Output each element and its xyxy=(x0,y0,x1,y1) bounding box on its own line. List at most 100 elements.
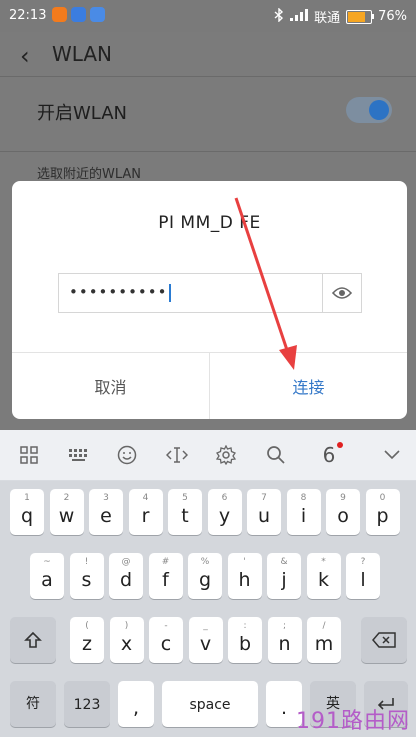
key-o-label: o xyxy=(337,505,349,527)
hide-keyboard-chevron-icon[interactable] xyxy=(377,440,407,470)
key-x[interactable]: ) x xyxy=(109,617,144,663)
key-p-secondary: 0 xyxy=(379,493,386,503)
key-a-label: a xyxy=(41,569,53,591)
shift-key[interactable] xyxy=(10,617,56,663)
key-m[interactable]: / m xyxy=(307,617,341,663)
key-m-label: m xyxy=(314,633,334,655)
key-i-label: i xyxy=(300,505,307,527)
key-f[interactable]: # f xyxy=(148,553,183,599)
key-h-secondary: ' xyxy=(243,557,246,567)
key-f-secondary: # xyxy=(161,557,170,567)
key-l-label: l xyxy=(360,569,366,591)
key-k[interactable]: * k xyxy=(306,553,341,599)
keyboard-layout-icon[interactable] xyxy=(64,440,94,470)
key-r[interactable]: 4r xyxy=(128,489,163,535)
key-i-secondary: 8 xyxy=(300,493,307,503)
notification-app-icon xyxy=(52,7,67,22)
key-s[interactable]: ! s xyxy=(69,553,104,599)
key-p[interactable]: 0p xyxy=(365,489,400,535)
wifi-password-dialog: PI MM_D FE •••••••••• 取消 连接 xyxy=(12,181,407,419)
key-g[interactable]: % g xyxy=(188,553,222,599)
key-q-label: q xyxy=(20,505,34,527)
key-i[interactable]: 8i xyxy=(286,489,321,535)
keyboard-toolbar: 6 xyxy=(0,430,416,481)
key-w[interactable]: 2w xyxy=(49,489,84,535)
text-caret xyxy=(169,283,172,302)
key-o-secondary: 9 xyxy=(340,493,346,503)
key-r-label: r xyxy=(141,505,150,527)
key-b[interactable]: :b xyxy=(228,617,262,663)
key-d[interactable]: @ d xyxy=(109,553,143,599)
key-z-secondary: ( xyxy=(85,621,89,631)
key-u[interactable]: 7u xyxy=(247,489,281,535)
comma-key[interactable]: , xyxy=(118,681,154,727)
cursor-move-icon[interactable] xyxy=(162,440,192,470)
emoji-icon[interactable] xyxy=(112,440,142,470)
key-b-secondary: : xyxy=(243,621,247,631)
key-w-label: w xyxy=(58,505,75,527)
key-x-secondary: ) xyxy=(124,621,129,631)
clock: 22:13 xyxy=(9,8,47,23)
key-q[interactable]: 1q xyxy=(10,489,44,535)
key-n[interactable]: ; n xyxy=(267,617,302,663)
password-value[interactable]: •••••••••• xyxy=(69,283,172,302)
key-a-secondary: ~ xyxy=(43,557,51,567)
key-y[interactable]: 6y xyxy=(207,489,242,535)
battery-icon xyxy=(346,9,375,24)
battery-percent: 76% xyxy=(378,9,407,24)
search-icon[interactable] xyxy=(261,440,291,470)
key-h[interactable]: ' h xyxy=(227,553,262,599)
symbols-key[interactable]: 符 xyxy=(10,681,56,727)
wlan-toggle-switch[interactable] xyxy=(346,97,392,123)
key-j-secondary: & xyxy=(280,557,288,567)
wlan-toggle-row[interactable]: 开启WLAN xyxy=(0,76,416,152)
key-l-secondary: ? xyxy=(360,557,366,567)
key-y-secondary: 6 xyxy=(221,493,228,503)
space-key[interactable]: space xyxy=(162,681,258,727)
watermark: 191路由网 xyxy=(296,709,410,734)
back-arrow-icon[interactable]: ‹ xyxy=(20,42,30,70)
key-j[interactable]: & j xyxy=(267,553,301,599)
network-name: PI MM_D FE xyxy=(158,213,261,233)
signal-icon xyxy=(290,8,309,25)
connect-button[interactable]: 连接 xyxy=(210,353,407,419)
key-c[interactable]: -c xyxy=(149,617,183,663)
key-l[interactable]: ? l xyxy=(346,553,380,599)
key-v-label: v xyxy=(199,633,212,655)
cancel-button[interactable]: 取消 xyxy=(12,353,210,419)
key-t-secondary: 5 xyxy=(182,493,188,503)
numbers-key[interactable]: 123 xyxy=(64,681,110,727)
key-m-secondary: / xyxy=(322,621,326,631)
key-b-label: b xyxy=(238,633,252,655)
section-header: 选取附近的WLAN xyxy=(37,167,142,182)
key-e-secondary: 3 xyxy=(103,493,109,503)
settings-gear-icon[interactable] xyxy=(211,440,241,470)
key-j-label: j xyxy=(281,569,287,591)
notification-app-icon xyxy=(90,7,105,22)
page-title: WLAN xyxy=(52,42,113,66)
status-bar: 22:13 联通 76% xyxy=(0,0,416,32)
wlan-toggle-label: 开启WLAN xyxy=(37,103,128,124)
key-r-secondary: 4 xyxy=(142,493,149,503)
key-s-label: s xyxy=(81,569,92,591)
key-x-label: x xyxy=(120,633,133,655)
backspace-key[interactable] xyxy=(361,617,407,663)
candidate-number[interactable]: 6 xyxy=(314,440,344,470)
password-field[interactable]: •••••••••• xyxy=(58,273,362,313)
key-v[interactable]: _ v xyxy=(188,617,223,663)
show-password-eye-icon[interactable] xyxy=(322,274,361,312)
key-d-secondary: @ xyxy=(121,557,131,567)
key-e-label: e xyxy=(100,505,112,527)
key-n-label: n xyxy=(278,633,291,655)
key-c-label: c xyxy=(160,633,172,655)
key-t[interactable]: 5t xyxy=(168,489,202,535)
key-o[interactable]: 9o xyxy=(326,489,360,535)
key-e[interactable]: 3e xyxy=(89,489,123,535)
key-g-label: g xyxy=(198,569,212,591)
key-n-secondary: ; xyxy=(282,621,287,631)
key-w-secondary: 2 xyxy=(63,493,70,503)
key-h-label: h xyxy=(238,569,251,591)
key-a[interactable]: ~ a xyxy=(30,553,64,599)
key-z[interactable]: (z xyxy=(70,617,104,663)
grid-menu-icon[interactable] xyxy=(14,440,44,470)
